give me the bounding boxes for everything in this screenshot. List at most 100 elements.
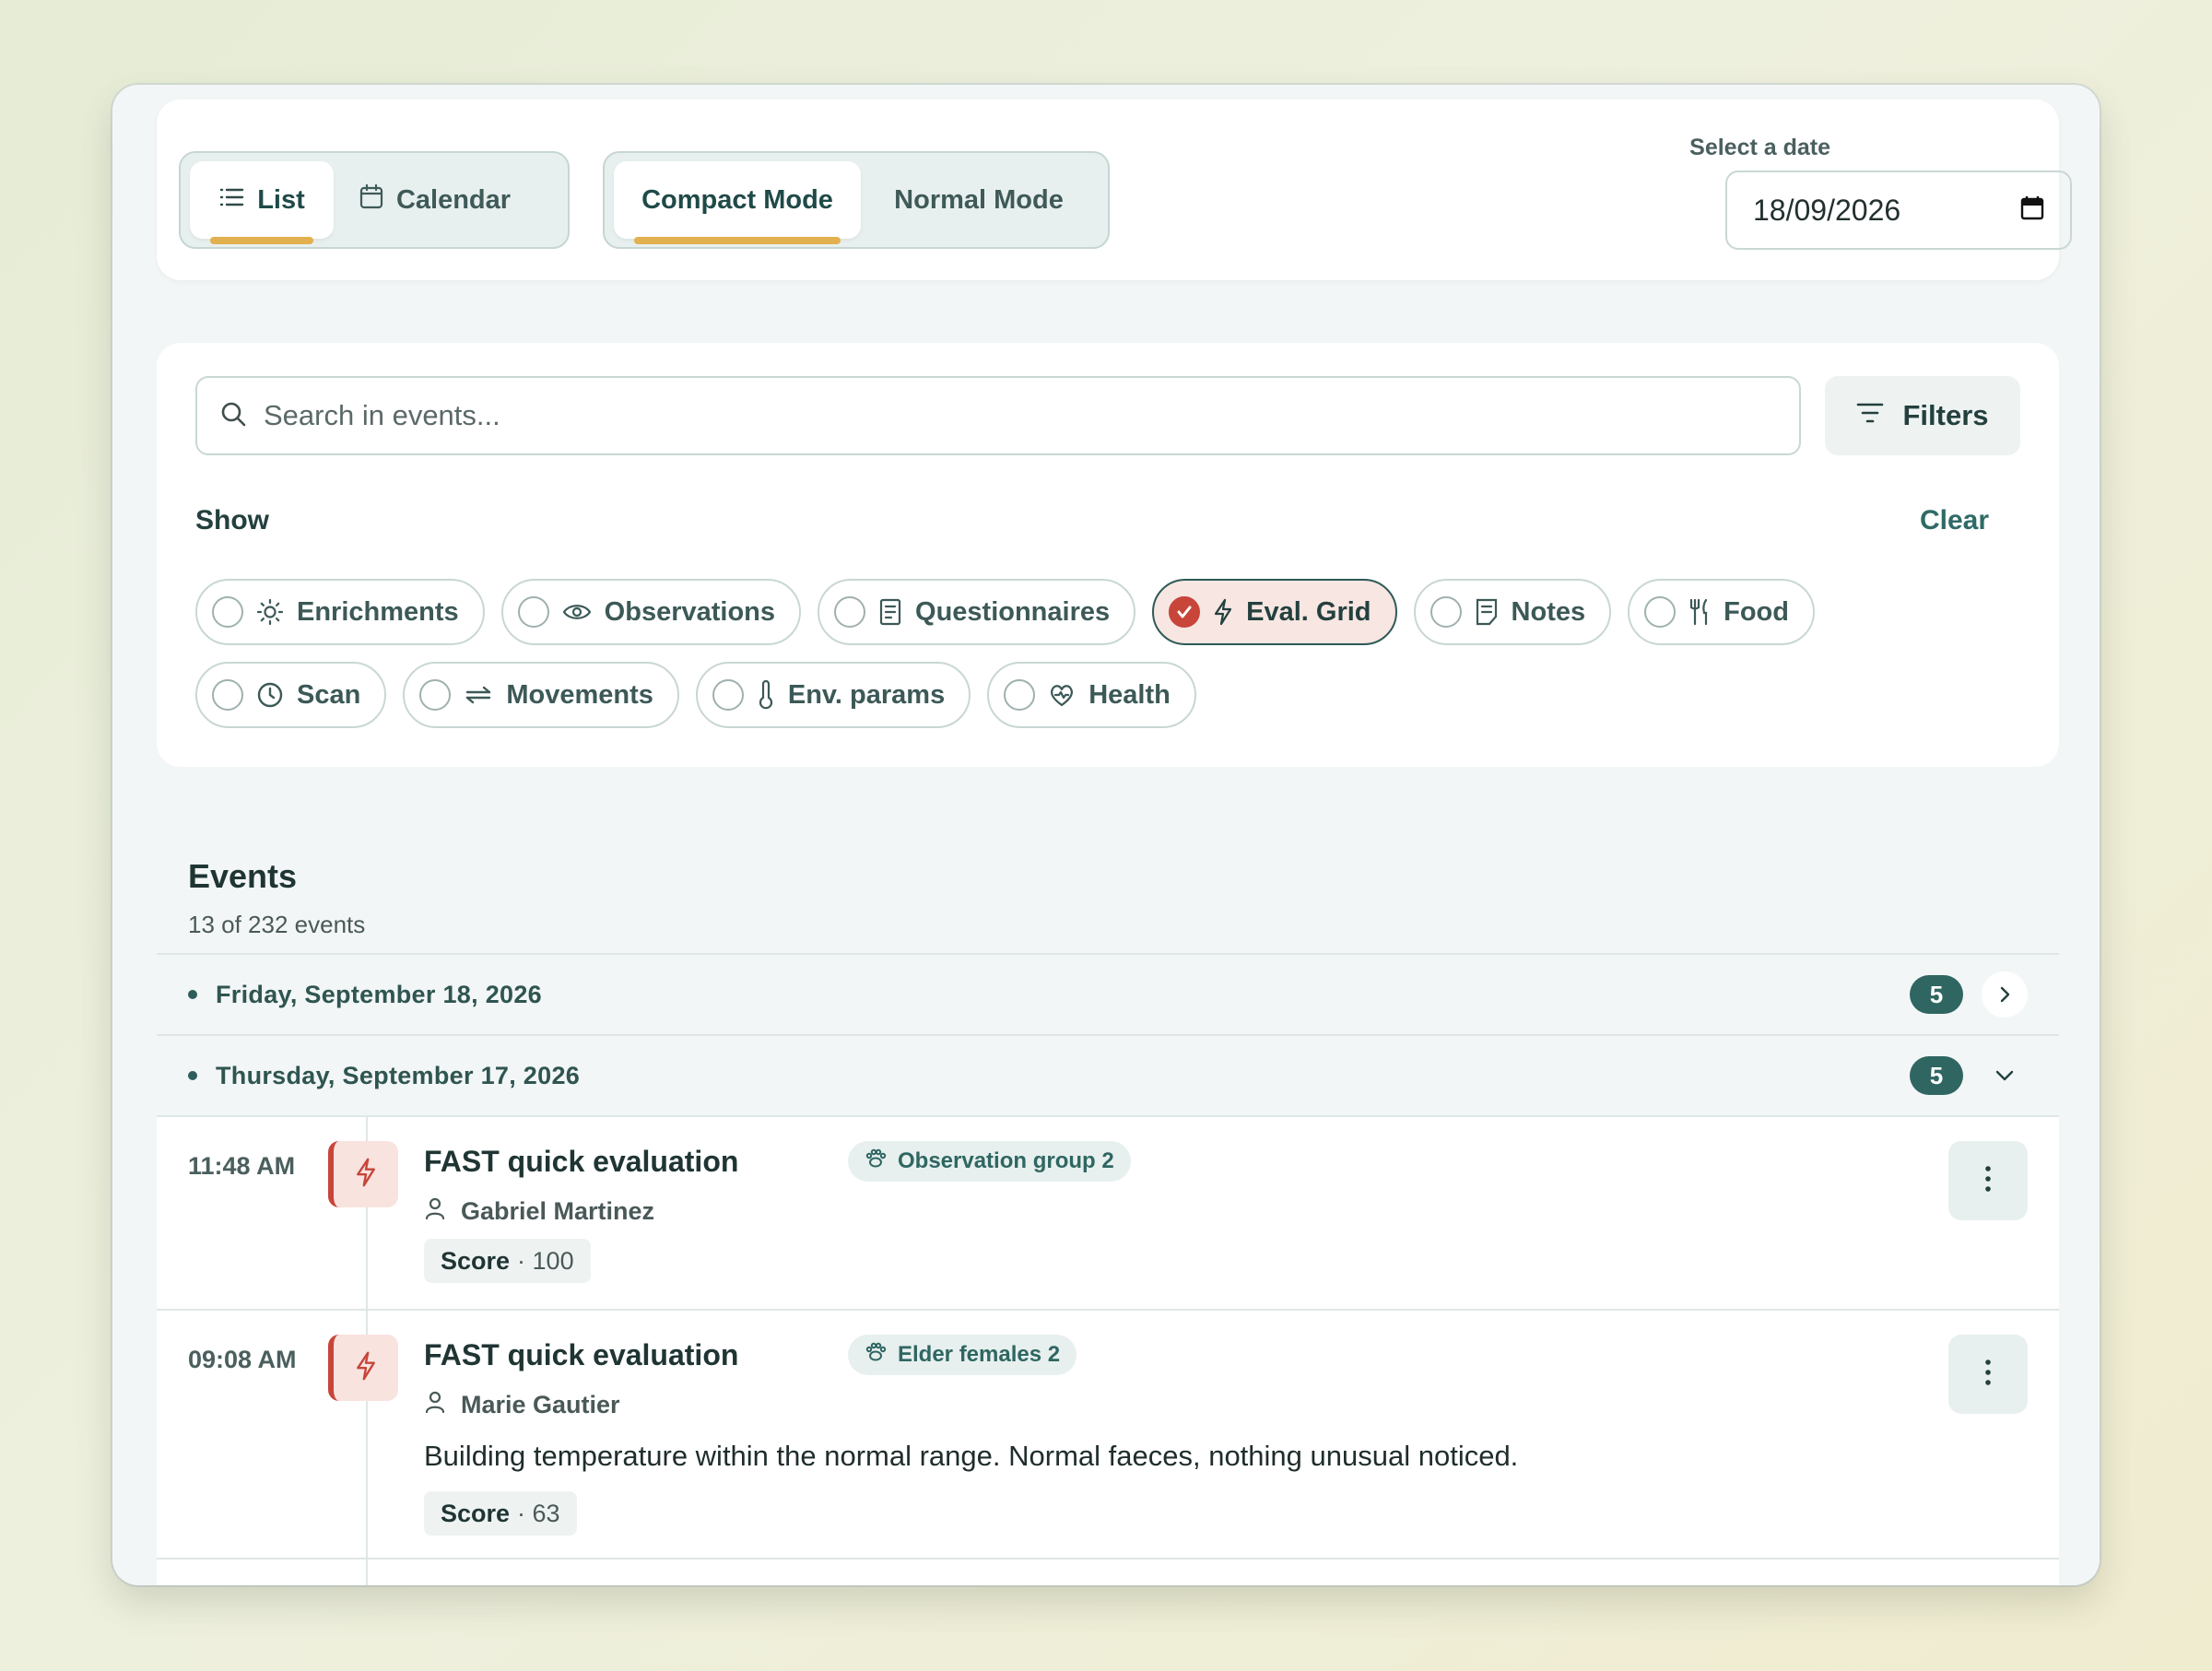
normal-mode-button[interactable]: Normal Mode — [861, 161, 1097, 239]
score-value: · 100 — [517, 1246, 574, 1275]
chip-questionnaires[interactable]: Questionnaires — [818, 579, 1136, 645]
app-window: List Calendar Compact Mode Normal Mode S — [112, 85, 2100, 1585]
event-description: Building temperature within the normal r… — [424, 1440, 1519, 1472]
chip-label: Eval. Grid — [1246, 596, 1371, 627]
group-tag[interactable]: Elder females 2 — [848, 1335, 1077, 1375]
events-header: Events 13 of 232 events — [188, 857, 365, 939]
compact-mode-label: Compact Mode — [641, 184, 833, 215]
chip-health[interactable]: Health — [987, 662, 1196, 728]
event-menu-button[interactable] — [1948, 1335, 2028, 1414]
calendar-picker-icon[interactable] — [2020, 194, 2044, 228]
chip-radio[interactable] — [212, 679, 243, 711]
list-view-button[interactable]: List — [190, 161, 334, 244]
event-title: FAST quick evaluation — [424, 1338, 739, 1371]
compact-mode-button[interactable]: Compact Mode — [614, 161, 861, 244]
filter-panel: Search in events... Filters Show Clear E… — [157, 343, 2059, 767]
chip-radio[interactable] — [419, 679, 452, 711]
clear-button[interactable]: Clear — [1920, 505, 1989, 536]
note-icon — [1475, 598, 1499, 626]
event-menu-button[interactable] — [1948, 1141, 2028, 1220]
clock-icon — [256, 681, 284, 709]
chip-radio[interactable] — [212, 596, 243, 628]
chip-enrichments[interactable]: Enrichments — [195, 579, 485, 645]
score-badge: Score · 100 — [424, 1239, 591, 1283]
chip-scan[interactable]: Scan — [195, 662, 387, 728]
date-input[interactable]: 18/09/2026 — [1725, 171, 2072, 250]
chip-label: Observations — [604, 596, 776, 627]
chip-label: Health — [1088, 679, 1171, 710]
score-value: · 63 — [517, 1499, 560, 1527]
chip-radio-checked[interactable] — [1169, 596, 1201, 628]
group-label: Observation group 2 — [898, 1148, 1114, 1173]
event-type-icon — [328, 1141, 398, 1207]
thermometer-icon — [757, 680, 775, 710]
filters-label: Filters — [1902, 399, 1989, 431]
day-label: Thursday, September 17, 2026 — [216, 1061, 581, 1089]
chip-eval-grid[interactable]: Eval. Grid — [1152, 579, 1397, 645]
show-label: Show — [195, 505, 269, 535]
calendar-label: Calendar — [395, 184, 512, 215]
events-title: Events — [188, 857, 298, 895]
chevron-right-icon[interactable] — [1982, 971, 2028, 1018]
day-dot — [188, 1071, 197, 1080]
event-title: FAST quick evaluation — [424, 1145, 739, 1178]
calendar-view-button[interactable]: Calendar — [334, 161, 536, 239]
search-input[interactable]: Search in events... — [195, 376, 1801, 455]
event-item[interactable] — [157, 1558, 2059, 1585]
arrows-icon — [464, 684, 493, 706]
utensils-icon — [1688, 598, 1711, 626]
event-type-chips: Enrichments Observations Questionnaires … — [195, 579, 1947, 728]
heart-icon — [1048, 682, 1076, 708]
event-item[interactable]: 11:48 AM FAST quick evaluation Observati… — [157, 1115, 2059, 1309]
mode-toggle: Compact Mode Normal Mode — [603, 151, 1110, 249]
chip-movements[interactable]: Movements — [403, 662, 679, 728]
events-section: Events 13 of 232 events Friday, Septembe… — [157, 839, 2059, 1585]
date-label: Select a date — [1689, 135, 1830, 160]
chip-radio[interactable] — [517, 596, 549, 628]
search-placeholder: Search in events... — [264, 399, 500, 431]
chip-label: Env. params — [787, 679, 946, 710]
view-toggle: List Calendar — [179, 151, 570, 249]
day-dot — [188, 990, 197, 999]
group-tag[interactable]: Observation group 2 — [848, 1141, 1131, 1182]
event-user: Gabriel Martinez — [424, 1196, 654, 1227]
chip-label: Enrichments — [297, 596, 459, 627]
chip-env-params[interactable]: Env. params — [695, 662, 971, 728]
document-icon — [878, 598, 902, 626]
day-row-thursday[interactable]: Thursday, September 17, 2026 5 — [157, 1034, 2059, 1115]
chip-observations[interactable]: Observations — [500, 579, 802, 645]
lightning-icon — [355, 1157, 377, 1193]
user-icon — [424, 1390, 446, 1420]
chip-label: Questionnaires — [915, 596, 1111, 627]
paw-icon — [865, 1342, 887, 1369]
day-row-friday[interactable]: Friday, September 18, 2026 5 — [157, 953, 2059, 1034]
chevron-down-icon[interactable] — [1982, 1053, 2028, 1099]
filters-button[interactable]: Filters — [1825, 376, 2020, 455]
eye-icon — [562, 601, 592, 623]
normal-mode-label: Normal Mode — [894, 184, 1064, 215]
chip-label: Notes — [1511, 596, 1586, 627]
chip-radio[interactable] — [712, 679, 744, 711]
event-time: 11:48 AM — [188, 1152, 296, 1180]
event-time: 09:08 AM — [188, 1346, 297, 1373]
calendar-icon — [359, 183, 383, 217]
chip-radio[interactable] — [1430, 596, 1462, 628]
day-count-badge: 5 — [1910, 1056, 1963, 1095]
timeline-line — [366, 1559, 368, 1585]
chip-radio[interactable] — [834, 596, 866, 628]
chip-notes[interactable]: Notes — [1413, 579, 1612, 645]
chip-radio[interactable] — [1644, 596, 1677, 628]
score-badge: Score · 63 — [424, 1491, 577, 1536]
event-type-icon — [328, 1335, 398, 1401]
chip-food[interactable]: Food — [1628, 579, 1815, 645]
paw-icon — [865, 1148, 887, 1175]
event-item[interactable]: 09:08 AM FAST quick evaluation Elder fem… — [157, 1309, 2059, 1558]
group-label: Elder females 2 — [898, 1342, 1061, 1367]
user-icon — [424, 1196, 446, 1227]
lightning-icon — [1213, 598, 1233, 626]
event-user: Marie Gautier — [424, 1390, 620, 1420]
chip-radio[interactable] — [1004, 679, 1036, 711]
more-vertical-icon — [1984, 1359, 1992, 1391]
events-count: 13 of 232 events — [188, 911, 366, 938]
list-icon — [218, 185, 244, 216]
